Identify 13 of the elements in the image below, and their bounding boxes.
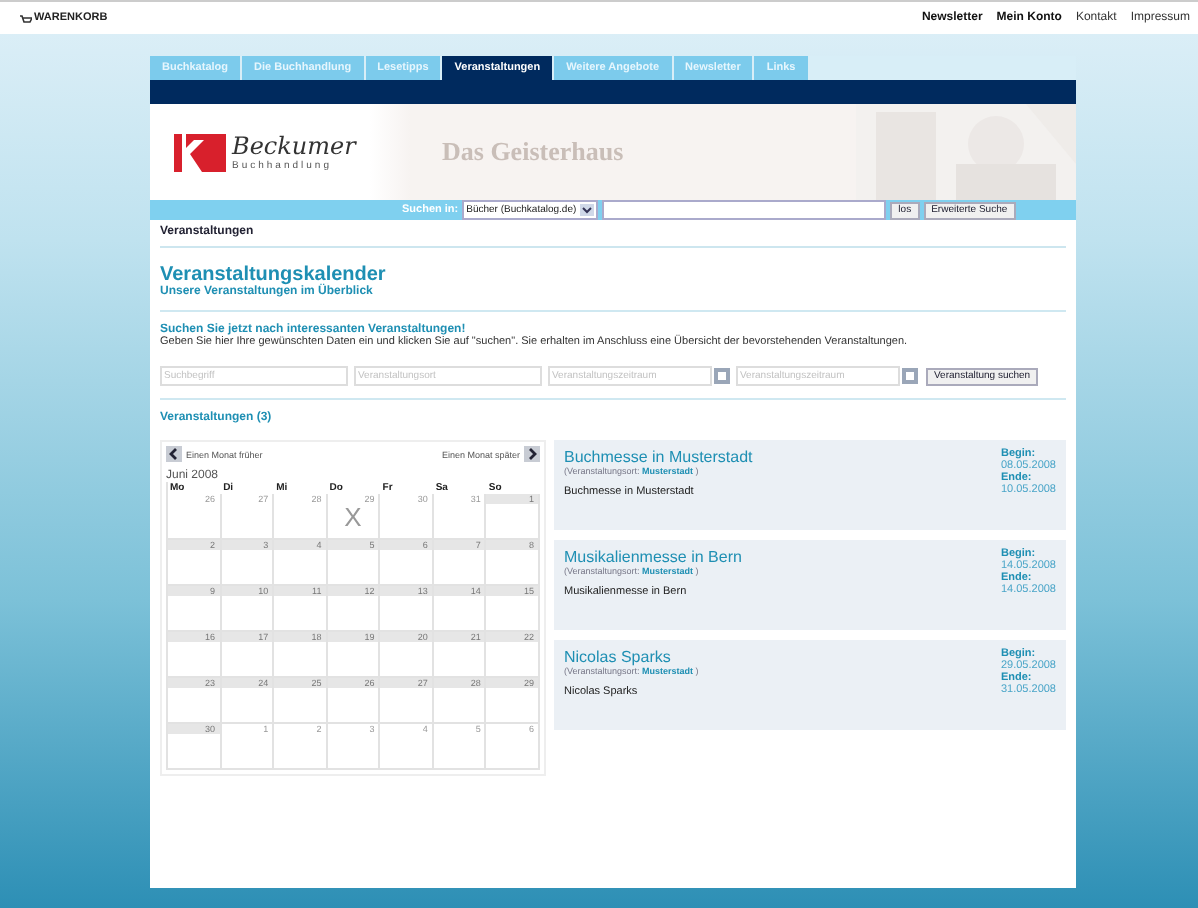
event-title[interactable]: Musikalienmesse in Bern — [564, 548, 742, 566]
logo-icon — [174, 128, 226, 176]
banner-title: Das Geisterhaus — [442, 136, 624, 168]
day-marker: X — [342, 504, 364, 530]
logo-name: Beckumer — [232, 132, 356, 160]
search-field[interactable] — [602, 200, 887, 220]
cart-icon — [20, 13, 32, 23]
page-heading: Veranstaltungskalender — [160, 264, 388, 286]
right-arrow-icon — [524, 446, 540, 462]
dropdown-icon — [580, 204, 595, 216]
left-arrow-icon — [166, 446, 182, 462]
event-title[interactable]: Nicolas Sparks — [564, 648, 699, 666]
event-title[interactable]: Buchmesse in Musterstadt — [564, 448, 753, 466]
